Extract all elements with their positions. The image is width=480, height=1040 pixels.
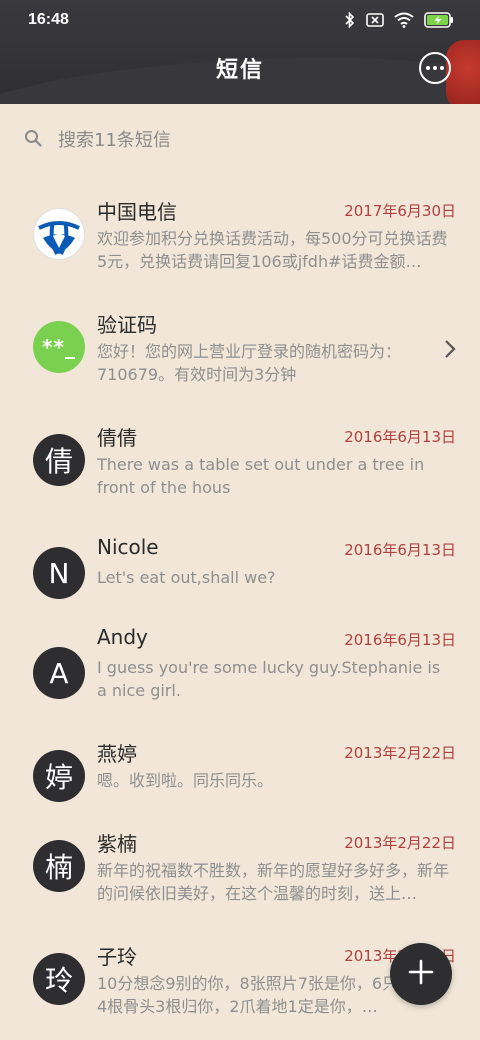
sim-off-icon (366, 13, 384, 27)
list-item[interactable]: N Nicole 2016年6月13日 Let's eat out,shall … (0, 519, 480, 609)
contact-name: 验证码 (97, 313, 157, 337)
list-item[interactable]: 楠 紫楠 2013年2月22日 新年的祝福数不胜数，新年的愿望好多好多，新年的问… (0, 812, 480, 925)
message-preview: 您好！您的网上营业厅登录的随机密码为：710679。有效时间为3分钟 (97, 342, 402, 384)
message-preview: Let's eat out,shall we? (97, 568, 276, 587)
list-item[interactable]: 倩 倩倩 2016年6月13日 There was a table set ou… (0, 406, 480, 519)
search-input[interactable] (58, 129, 418, 151)
more-button[interactable] (419, 52, 451, 84)
message-date: 2016年6月13日 (344, 631, 456, 649)
list-item[interactable]: **_ 验证码 您好！您的网上营业厅登录的随机密码为：710679。有效时间为3… (0, 293, 480, 406)
contact-name: 子玲 (97, 945, 137, 969)
contact-name: 燕婷 (97, 742, 137, 766)
avatar: 倩 (33, 434, 85, 486)
bluetooth-icon (344, 12, 356, 28)
contact-name: 倩倩 (97, 426, 137, 450)
avatar: 玲 (33, 953, 85, 1005)
message-date: 2013年2月22日 (344, 834, 456, 852)
message-preview: There was a table set out under a tree i… (97, 455, 425, 497)
contact-name: 中国电信 (97, 200, 177, 224)
avatar: N (33, 547, 85, 599)
message-list: 中国电信 2017年6月30日 欢迎参加积分兑换话费活动，每500分可兑换话费5… (0, 180, 480, 1025)
battery-charging-icon (424, 12, 454, 28)
avatar: A (33, 647, 85, 699)
list-item[interactable]: 婷 燕婷 2013年2月22日 嗯。收到啦。同乐同乐。 (0, 722, 480, 812)
status-icons (344, 12, 454, 28)
page-title: 短信 (215, 58, 264, 83)
more-icon (426, 66, 430, 70)
avatar: **_ (33, 321, 85, 373)
search-icon (24, 129, 42, 151)
status-bar: 16:48 (0, 0, 480, 40)
telecom-logo-icon (33, 208, 85, 260)
message-preview: 嗯。收到啦。同乐同乐。 (97, 771, 274, 790)
contact-name: Nicole (97, 535, 159, 559)
wifi-icon (394, 12, 414, 28)
compose-button[interactable] (390, 943, 452, 1005)
avatar: 婷 (33, 750, 85, 802)
chevron-right-icon[interactable] (444, 339, 456, 363)
list-item[interactable]: A Andy 2016年6月13日 I guess you're some lu… (0, 609, 480, 722)
contact-name: 紫楠 (97, 832, 137, 856)
message-preview: 欢迎参加积分兑换话费活动，每500分可兑换话费5元，兑换话费请回复106或jfd… (97, 229, 448, 271)
message-date: 2016年6月13日 (344, 428, 456, 446)
message-date: 2013年2月22日 (344, 744, 456, 762)
message-preview: I guess you're some lucky guy.Stephanie … (97, 658, 441, 700)
contact-name: Andy (97, 625, 148, 649)
message-preview: 新年的祝福数不胜数，新年的愿望好多好多，新年的问候依旧美好，在这个温馨的时刻，送… (97, 861, 450, 903)
avatar (33, 208, 85, 260)
list-item[interactable]: 中国电信 2017年6月30日 欢迎参加积分兑换话费活动，每500分可兑换话费5… (0, 180, 480, 293)
search-bar[interactable] (0, 116, 480, 164)
status-time: 16:48 (28, 11, 69, 28)
message-date: 2017年6月30日 (344, 202, 456, 220)
app-header: 16:48 短信 (0, 0, 480, 104)
avatar: 楠 (33, 840, 85, 892)
plus-icon (408, 959, 434, 989)
message-date: 2016年6月13日 (344, 541, 456, 559)
